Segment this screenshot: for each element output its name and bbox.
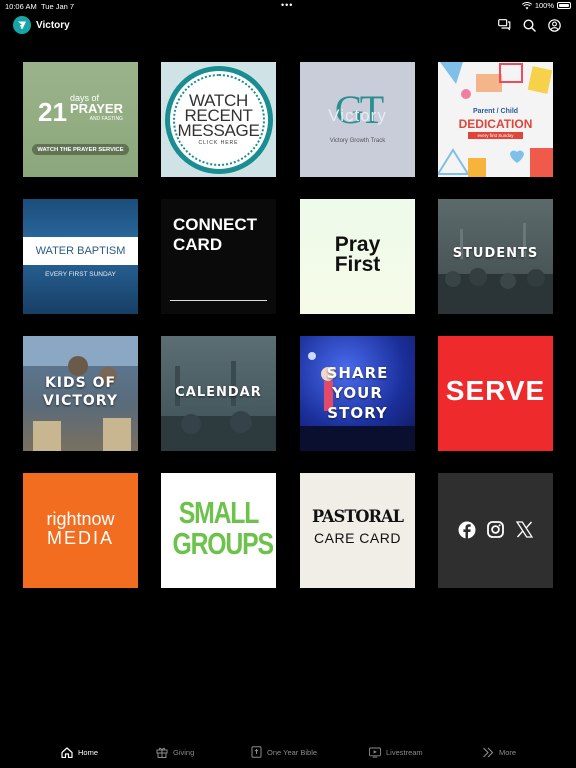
watch-line-3: MESSAGE [177, 121, 260, 140]
kids-text: KIDS OF VICTORY [23, 374, 138, 410]
tile-rightnow-media[interactable]: rightnow MEDIA [23, 473, 138, 588]
dedication-line-1: Parent / Child [472, 108, 519, 115]
dedication-line-2: DEDICATION [458, 117, 533, 131]
tile-serve[interactable]: SERVE [438, 336, 553, 451]
tab-livestream-label: Livestream [386, 747, 423, 757]
pray-line-2: First [334, 253, 381, 276]
rightnow-text: rightnow MEDIA [23, 510, 138, 548]
tile-share-your-story[interactable]: SHARE YOUR STORY [300, 336, 415, 451]
tile-social-links[interactable] [438, 473, 553, 588]
prayer-big-number: 21 [38, 97, 67, 127]
water-sub: EVERY FIRST SUNDAY [45, 271, 116, 278]
tile-parent-child-dedication[interactable]: Parent / Child DEDICATION every first Su… [438, 62, 553, 177]
tile-21-days-of-prayer[interactable]: 21 days of PRAYER AND FASTING WATCH THE … [23, 62, 138, 177]
small-line-2: GROUPS [172, 526, 274, 561]
chat-icon[interactable] [497, 18, 511, 32]
small-line-1: SMALL [178, 495, 260, 530]
growth-wordmark: Victory [328, 106, 387, 125]
pray-line-1: Pray [334, 233, 381, 256]
battery-icon [557, 2, 571, 9]
prayer-heading: 21 days of PRAYER AND FASTING [23, 94, 138, 127]
tile-connect-card[interactable]: CONNECT CARD [161, 199, 276, 314]
livestream-icon [369, 746, 381, 758]
share-line-1: SHARE [326, 364, 389, 382]
calendar-label: CALENDAR [175, 385, 262, 400]
status-right: 100% [521, 1, 571, 10]
tile-kids-of-victory[interactable]: KIDS OF VICTORY [23, 336, 138, 451]
connect-line-1: CONNECT [173, 215, 258, 234]
bottom-tab-bar: Home Giving One Year Bible Livestream Mo… [0, 742, 576, 768]
prayer-fasting: AND FASTING [89, 116, 123, 122]
dedication-line-3: every first Sunday [468, 132, 523, 139]
connect-divider [170, 300, 267, 301]
search-icon[interactable] [522, 18, 536, 32]
profile-icon[interactable] [547, 18, 561, 32]
chevrons-right-icon [482, 746, 494, 758]
app-title: Victory [36, 20, 70, 31]
tile-pray-first[interactable]: Pray First [300, 199, 415, 314]
kids-line-1: KIDS OF [44, 375, 117, 391]
facebook-icon[interactable] [458, 521, 476, 539]
tile-growth-track[interactable]: GT Victory Victory Growth Track [300, 62, 415, 177]
connect-text: CONNECT CARD [173, 215, 257, 255]
multitasking-dots[interactable]: ••• [281, 0, 293, 10]
growth-caption: Victory Growth Track [329, 138, 386, 144]
tile-water-baptism[interactable]: WATER BAPTISM EVERY FIRST SUNDAY [23, 199, 138, 314]
tab-home[interactable]: Home [61, 746, 98, 758]
rightnow-line-2: MEDIA [46, 528, 114, 548]
small-text: SMALL GROUPS [172, 495, 274, 561]
tab-giving[interactable]: Giving [156, 746, 194, 758]
prayer-service-pill: WATCH THE PRAYER SERVICE [32, 144, 129, 155]
bible-icon [250, 746, 262, 758]
tile-students[interactable]: STUDENTS [438, 199, 553, 314]
tab-more[interactable]: More [482, 746, 516, 758]
status-bar: 10:06 AM Tue Jan 7 ••• 100% [0, 0, 576, 12]
tile-watch-recent-message[interactable]: WATCH RECENT MESSAGE CLICK HERE [161, 62, 276, 177]
watch-badge: WATCH RECENT MESSAGE CLICK HERE [164, 65, 273, 174]
tab-home-label: Home [78, 747, 99, 757]
kids-line-2: VICTORY [43, 393, 118, 409]
status-date: Tue Jan 7 [41, 2, 75, 11]
share-line-2: YOUR [332, 384, 383, 402]
tile-small-groups[interactable]: SMALL GROUPS [161, 473, 276, 588]
status-time: 10:06 AM [5, 2, 37, 11]
tab-more-label: More [499, 747, 517, 757]
prayer-word: PRAYER [69, 101, 123, 116]
tab-one-year-bible-label: One Year Bible [267, 747, 318, 757]
tile-pastoral-care-card[interactable]: PASTORAL CARE CARD [300, 473, 415, 588]
water-title: WATER BAPTISM [23, 237, 138, 265]
tile-calendar[interactable]: CALENDAR [161, 336, 276, 451]
pastoral-line-2: CARE CARD [314, 530, 401, 546]
x-icon[interactable] [516, 521, 533, 538]
battery-percent: 100% [534, 1, 554, 10]
rightnow-line-1: rightnow [46, 509, 115, 529]
share-text: SHARE YOUR STORY [300, 363, 415, 423]
app-header: Victory [0, 14, 576, 38]
pray-text: Pray First [300, 233, 415, 276]
share-line-3: STORY [327, 404, 388, 422]
victory-logo-icon[interactable] [13, 16, 31, 34]
students-label: STUDENTS [452, 246, 539, 261]
pastoral-line-1: PASTORAL [312, 507, 404, 527]
home-icon [61, 746, 73, 758]
tab-livestream[interactable]: Livestream [369, 746, 423, 758]
instagram-icon[interactable] [487, 521, 504, 538]
connect-line-2: CARD [173, 235, 223, 254]
watch-click-here: CLICK HERE [198, 140, 239, 146]
tab-giving-label: Giving [173, 747, 195, 757]
wifi-icon [521, 1, 532, 9]
tab-one-year-bible[interactable]: One Year Bible [250, 746, 317, 758]
serve-label: SERVE [445, 375, 546, 406]
gift-icon [156, 746, 168, 758]
